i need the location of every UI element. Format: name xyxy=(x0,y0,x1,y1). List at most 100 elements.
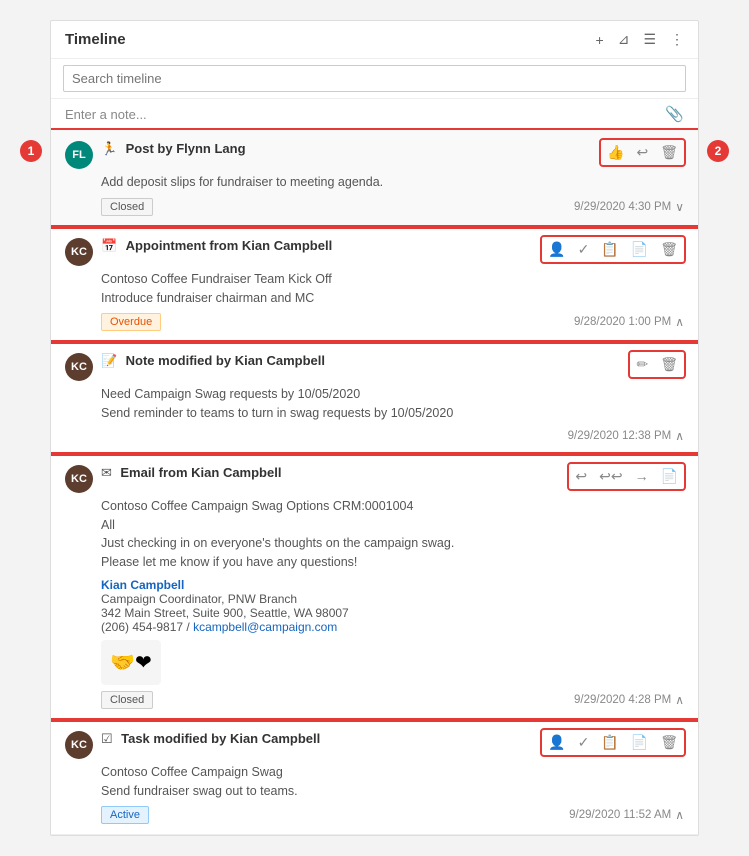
note-footer: 9/29/2020 12:38 PM ∧ xyxy=(101,429,684,443)
task-item: KC ☑ Task modified by Kian Campbell 👤 ✓ … xyxy=(51,720,698,836)
forward-button[interactable]: → xyxy=(633,466,651,486)
note-type-icon: 📝 xyxy=(101,353,117,368)
appointment-status: Overdue xyxy=(101,313,161,331)
label-2: 2 xyxy=(707,140,729,162)
note-item-left: KC 📝 Note modified by Kian Campbell xyxy=(65,352,325,381)
post-body: Add deposit slips for fundraiser to meet… xyxy=(101,173,684,192)
reply-all-button[interactable]: ↩↩ xyxy=(597,466,624,487)
appointment-timestamp: 9/28/2020 1:00 PM ∧ xyxy=(574,315,684,329)
paperclip-icon[interactable]: 📎 xyxy=(665,105,684,123)
appointment-item: KC 📅 Appointment from Kian Campbell 👤 ✓ … xyxy=(51,227,698,343)
signature-email-link[interactable]: kcampbell@campaign.com xyxy=(193,620,337,634)
signature-phone: (206) 454-9817 / kcampbell@campaign.com xyxy=(101,620,684,634)
post-actions: 👍 ↩ 🗑 xyxy=(601,140,684,165)
label-1: 1 xyxy=(20,140,42,162)
post-footer: Closed 9/29/2020 4:30 PM ∨ xyxy=(101,198,684,216)
note-actions: ✏ 🗑 xyxy=(630,352,684,377)
note-title: Note modified by Kian Campbell xyxy=(126,353,325,368)
task-type-icon: ☑ xyxy=(101,731,113,746)
avatar-kc-note: KC xyxy=(65,353,93,381)
add-icon[interactable]: + xyxy=(596,32,604,48)
more-icon[interactable]: ⋮ xyxy=(670,31,684,48)
task-delete-button[interactable]: 🗑 xyxy=(658,732,680,753)
email-image: 🤝❤ xyxy=(101,640,684,685)
search-input[interactable] xyxy=(63,65,686,92)
edit-button[interactable]: ✏ xyxy=(634,354,650,375)
task-timestamp: 9/29/2020 11:52 AM ∧ xyxy=(569,808,684,822)
email-actions: ↩ ↩↩ → 📄 xyxy=(569,464,684,489)
search-bar xyxy=(51,59,698,99)
reply-email-button[interactable]: ↩ xyxy=(573,466,589,487)
copy-button[interactable]: 📋 xyxy=(599,239,620,260)
task-copy-button[interactable]: 📋 xyxy=(599,732,620,753)
panel-title: Timeline xyxy=(65,31,126,48)
timeline-panel: Timeline + ⊿ ☰ ⋮ Enter a note... 📎 FL xyxy=(50,20,699,836)
email-footer: Closed 9/29/2020 4:28 PM ∧ xyxy=(101,691,684,709)
task-convert-button[interactable]: 📄 xyxy=(629,732,650,753)
convert-button[interactable]: 📄 xyxy=(629,239,650,260)
panel-header: Timeline + ⊿ ☰ ⋮ xyxy=(51,21,698,59)
main-container: 1 Timeline + ⊿ ☰ ⋮ Enter a note... 📎 xyxy=(20,20,729,836)
email-body: Contoso Coffee Campaign Swag Options CRM… xyxy=(101,497,684,572)
appointment-footer: Overdue 9/28/2020 1:00 PM ∧ xyxy=(101,313,684,331)
filter-icon[interactable]: ⊿ xyxy=(618,31,630,48)
assign-button[interactable]: 👤 xyxy=(546,239,567,260)
task-complete-button[interactable]: ✓ xyxy=(576,732,592,753)
post-status: Closed xyxy=(101,198,153,216)
signature-name: Kian Campbell xyxy=(101,578,684,592)
complete-button[interactable]: ✓ xyxy=(576,239,592,260)
appointment-actions: 👤 ✓ 📋 📄 🗑 xyxy=(542,237,684,262)
post-item-left: FL 🏃 Post by Flynn Lang xyxy=(65,140,246,169)
note-placeholder[interactable]: Enter a note... xyxy=(65,107,147,122)
signature-title: Campaign Coordinator, PNW Branch xyxy=(101,592,684,606)
task-item-left: KC ☑ Task modified by Kian Campbell xyxy=(65,730,320,759)
email-item: KC ✉ Email from Kian Campbell ↩ ↩↩ → 📄 C… xyxy=(51,454,698,720)
post-item-header: FL 🏃 Post by Flynn Lang 👍 ↩ 🗑 xyxy=(65,140,684,169)
email-chevron-up-icon[interactable]: ∧ xyxy=(675,693,684,707)
email-item-header: KC ✉ Email from Kian Campbell ↩ ↩↩ → 📄 xyxy=(65,464,684,493)
note-bar: Enter a note... 📎 xyxy=(51,99,698,130)
avatar-fl: FL xyxy=(65,141,93,169)
delete-note-button[interactable]: 🗑 xyxy=(658,354,680,375)
task-status: Active xyxy=(101,806,149,824)
post-item: FL 🏃 Post by Flynn Lang 👍 ↩ 🗑 Add deposi… xyxy=(51,130,698,227)
task-assign-button[interactable]: 👤 xyxy=(546,732,567,753)
email-type-icon: ✉ xyxy=(101,465,112,480)
task-title: Task modified by Kian Campbell xyxy=(121,731,320,746)
email-timestamp: 9/29/2020 4:28 PM ∧ xyxy=(574,693,684,707)
email-item-left: KC ✉ Email from Kian Campbell xyxy=(65,464,281,493)
chevron-up-icon[interactable]: ∧ xyxy=(675,315,684,329)
email-title: Email from Kian Campbell xyxy=(120,465,281,480)
task-footer: Active 9/29/2020 11:52 AM ∧ xyxy=(101,806,684,824)
signature-address: 342 Main Street, Suite 900, Seattle, WA … xyxy=(101,606,684,620)
email-signature: Kian Campbell Campaign Coordinator, PNW … xyxy=(101,578,684,634)
avatar-kc-email: KC xyxy=(65,465,93,493)
email-logo: 🤝❤ xyxy=(101,640,161,685)
header-icons: + ⊿ ☰ ⋮ xyxy=(596,31,684,48)
appointment-title: Appointment from Kian Campbell xyxy=(126,238,333,253)
sort-icon[interactable]: ☰ xyxy=(643,31,656,48)
appointment-body: Contoso Coffee Fundraiser Team Kick Off … xyxy=(101,270,684,308)
convert-email-button[interactable]: 📄 xyxy=(659,466,680,487)
appointment-item-left: KC 📅 Appointment from Kian Campbell xyxy=(65,237,332,266)
avatar-kc-task: KC xyxy=(65,731,93,759)
task-actions: 👤 ✓ 📋 📄 🗑 xyxy=(542,730,684,755)
note-item: KC 📝 Note modified by Kian Campbell ✏ 🗑 … xyxy=(51,342,698,454)
avatar-kc-appt: KC xyxy=(65,238,93,266)
note-chevron-up-icon[interactable]: ∧ xyxy=(675,429,684,443)
appointment-item-header: KC 📅 Appointment from Kian Campbell 👤 ✓ … xyxy=(65,237,684,266)
chevron-down-icon[interactable]: ∨ xyxy=(675,200,684,214)
post-type-icon: 🏃 xyxy=(101,141,117,156)
note-timestamp: 9/29/2020 12:38 PM ∧ xyxy=(568,429,684,443)
appt-type-icon: 📅 xyxy=(101,238,117,253)
thumbsup-button[interactable]: 👍 xyxy=(605,142,626,163)
delete-button[interactable]: 🗑 xyxy=(658,142,680,163)
note-body: Need Campaign Swag requests by 10/05/202… xyxy=(101,385,684,423)
task-body: Contoso Coffee Campaign Swag Send fundra… xyxy=(101,763,684,801)
task-item-header: KC ☑ Task modified by Kian Campbell 👤 ✓ … xyxy=(65,730,684,759)
note-item-header: KC 📝 Note modified by Kian Campbell ✏ 🗑 xyxy=(65,352,684,381)
post-title: Post by Flynn Lang xyxy=(126,141,246,156)
task-chevron-up-icon[interactable]: ∧ xyxy=(675,808,684,822)
delete-appt-button[interactable]: 🗑 xyxy=(658,239,680,260)
reply-button[interactable]: ↩ xyxy=(634,142,650,163)
